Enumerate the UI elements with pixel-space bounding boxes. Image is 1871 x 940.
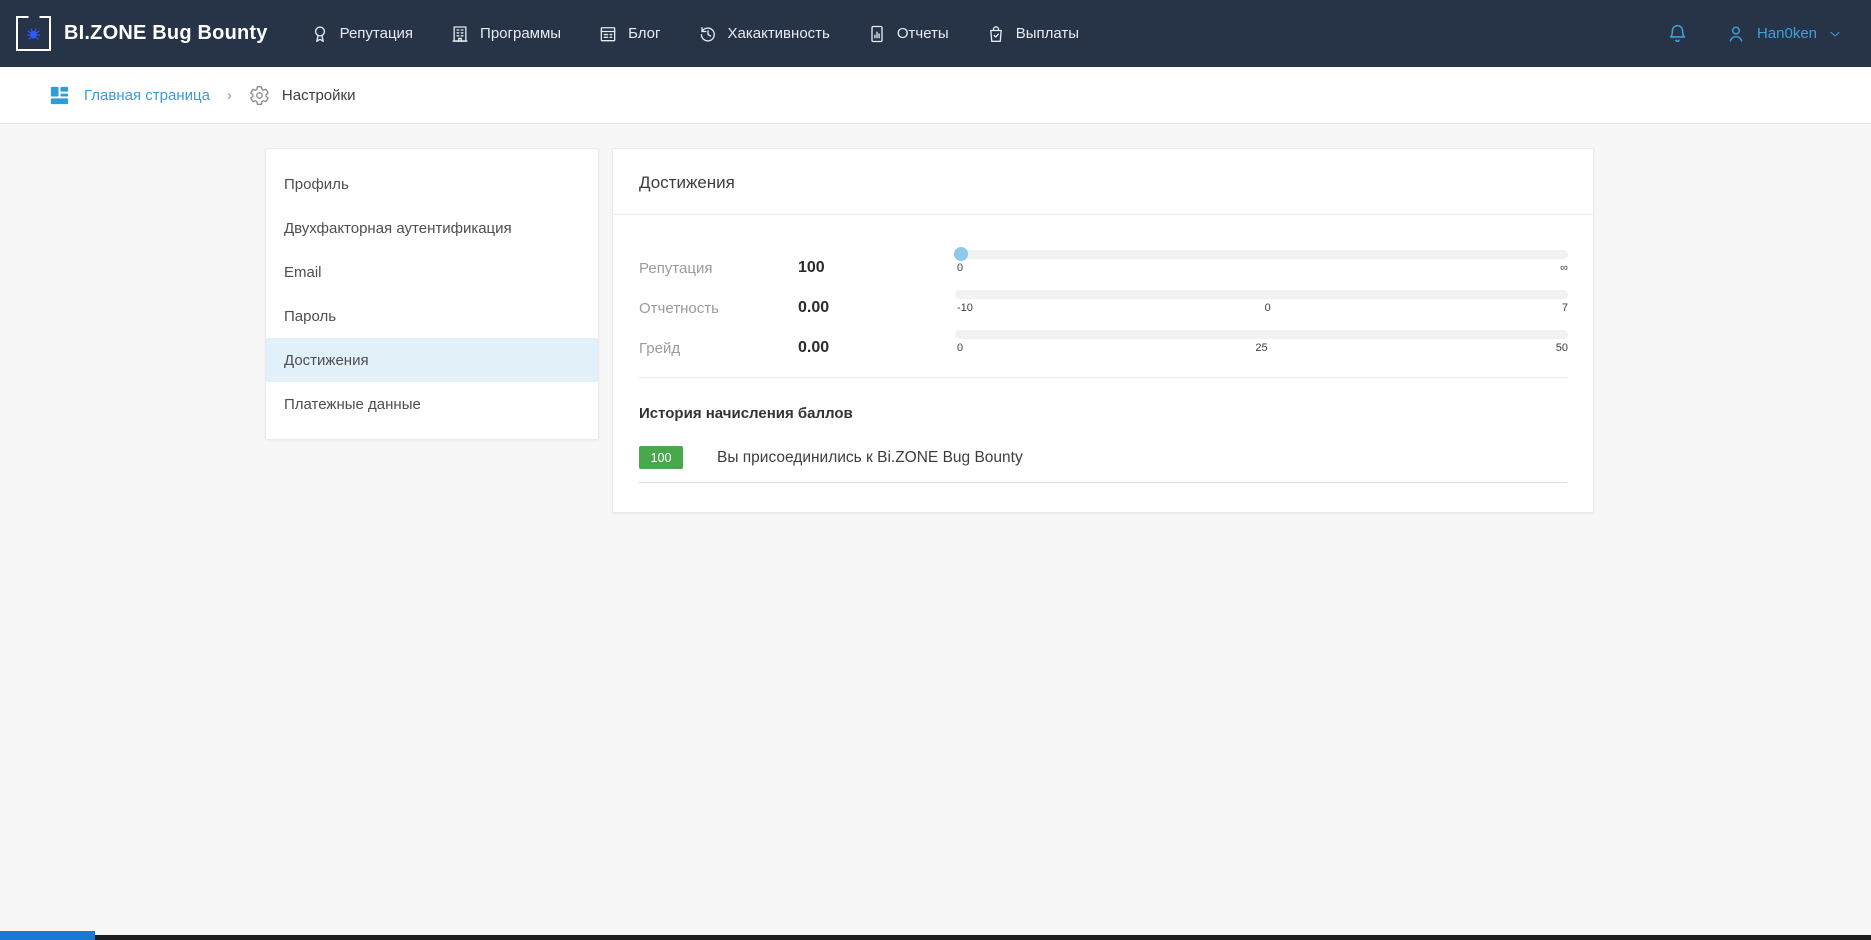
medal-icon	[310, 24, 330, 44]
gear-icon	[249, 85, 270, 106]
grade-slider: 0 25 50	[955, 330, 1568, 356]
payout-icon	[986, 24, 1006, 44]
chevron-down-icon	[1827, 26, 1843, 42]
slider-scale: -10 0 7	[955, 302, 1568, 316]
sidebar-item-label: Платежные данные	[284, 396, 421, 413]
breadcrumb: Главная страница › Настройки	[0, 67, 1871, 124]
metric-label: Отчетность	[639, 300, 798, 317]
sidebar-item-label: Пароль	[284, 308, 336, 325]
breadcrumb-current: Настройки	[249, 85, 356, 106]
nav-item-hackactivity[interactable]: Хакактивность	[698, 24, 830, 44]
brand-name: BI.ZONE Bug Bounty	[64, 22, 268, 45]
metric-value: 0.00	[798, 299, 955, 317]
sidebar-item-label: Достижения	[284, 352, 369, 369]
nav-item-payouts[interactable]: Выплаты	[986, 24, 1079, 44]
sidebar-item-2fa[interactable]: Двухфакторная аутентификация	[266, 206, 598, 250]
metrics-section: Репутация 100 0 ∞ Отчетность 0.00	[613, 215, 1593, 378]
sidebar-item-label: Email	[284, 264, 322, 281]
sidebar-item-achievements[interactable]: Достижения	[266, 338, 598, 382]
sidebar-item-profile[interactable]: Профиль	[266, 162, 598, 206]
sidebar-item-label: Профиль	[284, 176, 349, 193]
nav-item-label: Отчеты	[897, 25, 949, 42]
nav-item-reputation[interactable]: Репутация	[310, 24, 413, 44]
panel-title: Достижения	[639, 173, 735, 192]
nav-right: Han0ken	[1666, 22, 1843, 45]
slider-track	[955, 250, 1568, 259]
user-menu[interactable]: Han0ken	[1725, 23, 1843, 45]
history-entry-text: Вы присоединились к Bi.ZONE Bug Bounty	[717, 449, 1023, 467]
newspaper-icon	[598, 24, 618, 44]
sidebar-item-password[interactable]: Пароль	[266, 294, 598, 338]
metric-value: 100	[798, 259, 955, 277]
nav-item-label: Хакактивность	[728, 25, 830, 42]
bell-icon	[1666, 22, 1689, 45]
achievements-panel: Достижения Репутация 100 0 ∞ Отчетность	[612, 148, 1594, 513]
slider-track	[955, 290, 1568, 299]
metric-row-reputation: Репутация 100 0 ∞	[639, 248, 1568, 288]
nav-item-label: Программы	[480, 25, 561, 42]
settings-sidebar: Профиль Двухфакторная аутентификация Ema…	[265, 148, 599, 440]
metric-value: 0.00	[798, 339, 955, 357]
sidebar-item-label: Двухфакторная аутентификация	[284, 220, 512, 237]
horizontal-scrollbar[interactable]	[0, 935, 1871, 940]
accountability-slider: -10 0 7	[955, 290, 1568, 316]
nav-item-blog[interactable]: Блог	[598, 24, 660, 44]
page-content: Профиль Двухфакторная аутентификация Ema…	[0, 124, 1871, 935]
scale-min: -10	[957, 302, 973, 314]
top-navigation: BI.ZONE Bug Bounty Репутация Программы Б…	[0, 0, 1871, 67]
bizone-bug-icon	[16, 16, 51, 51]
breadcrumb-home-link[interactable]: Главная страница	[48, 84, 210, 107]
points-history-section: История начисления баллов 100 Вы присоед…	[613, 405, 1593, 483]
scale-min: 0	[957, 262, 963, 274]
breadcrumb-home-label: Главная страница	[84, 87, 210, 104]
scale-max: 7	[1562, 302, 1568, 314]
history-icon	[698, 24, 718, 44]
nav-item-label: Репутация	[340, 25, 413, 42]
breadcrumb-current-label: Настройки	[282, 87, 356, 104]
scale-mid: 0	[1265, 302, 1271, 314]
slider-scale: 0 ∞	[955, 262, 1568, 276]
points-badge: 100	[639, 446, 683, 469]
slider-track	[955, 330, 1568, 339]
nav-item-programs[interactable]: Программы	[450, 24, 561, 44]
reputation-slider: 0 ∞	[955, 250, 1568, 276]
slider-scale: 0 25 50	[955, 342, 1568, 356]
user-icon	[1725, 23, 1747, 45]
metric-label: Грейд	[639, 340, 798, 357]
report-icon	[867, 24, 887, 44]
dashboard-icon	[48, 84, 71, 107]
metric-label: Репутация	[639, 260, 798, 277]
scale-max: ∞	[1560, 262, 1568, 274]
points-history-title: История начисления баллов	[639, 405, 1567, 422]
metric-row-grade: Грейд 0.00 0 25 50	[639, 328, 1568, 368]
nav-item-label: Выплаты	[1016, 25, 1079, 42]
sidebar-item-payment-details[interactable]: Платежные данные	[266, 382, 598, 426]
panel-header: Достижения	[613, 149, 1593, 215]
history-entry: 100 Вы присоединились к Bi.ZONE Bug Boun…	[639, 446, 1567, 483]
slider-handle[interactable]	[954, 247, 968, 261]
scale-min: 0	[957, 342, 963, 354]
section-divider	[639, 377, 1568, 378]
scale-max: 50	[1556, 342, 1568, 354]
sidebar-item-email[interactable]: Email	[266, 250, 598, 294]
scrollbar-accent	[0, 931, 95, 940]
metric-row-accountability: Отчетность 0.00 -10 0 7	[639, 288, 1568, 328]
brand-logo[interactable]: BI.ZONE Bug Bounty	[16, 16, 268, 51]
username: Han0ken	[1757, 25, 1817, 42]
notifications-button[interactable]	[1666, 22, 1689, 45]
nav-item-label: Блог	[628, 25, 660, 42]
scale-mid: 25	[1255, 342, 1267, 354]
main-menu: Репутация Программы Блог Хакактивность О…	[310, 24, 1079, 44]
nav-item-reports[interactable]: Отчеты	[867, 24, 949, 44]
building-icon	[450, 24, 470, 44]
breadcrumb-separator: ›	[210, 87, 249, 104]
